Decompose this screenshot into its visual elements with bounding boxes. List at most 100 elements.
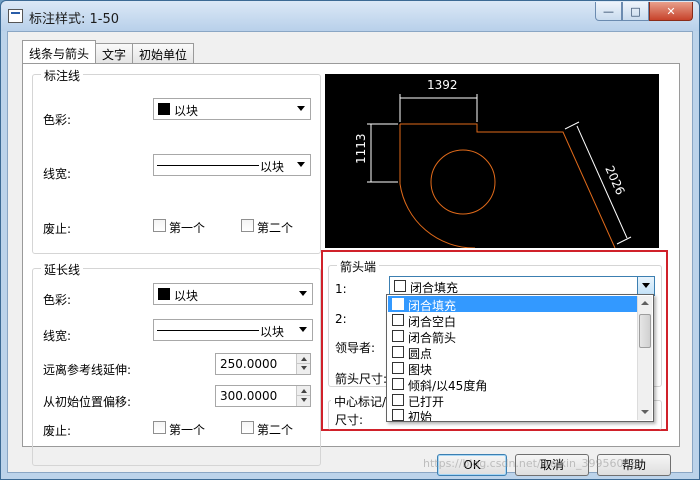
option-label: 初始 [408,410,433,421]
dimension-suppress-label: 废止: [43,222,72,236]
extension-suppress-second-label: 第二个 [257,423,294,437]
spin-up-button[interactable] [297,386,310,396]
leader-arrow-label: 领导者: [335,341,376,355]
list-item[interactable]: 圆点 [388,344,637,361]
shape-arc [399,124,476,249]
app-icon [8,9,23,23]
oblique-icon [392,378,404,390]
offset-origin-spinner[interactable]: 300.0000 [215,385,311,407]
block-icon [392,362,404,374]
extend-beyond-spinner[interactable]: 250.0000 [215,353,311,375]
dim-top-text: 1392 [427,78,458,92]
maximize-icon: □ [630,4,641,18]
list-item[interactable]: 图块 [388,360,637,377]
spin-down-button[interactable] [297,396,310,406]
dimension-color-combo[interactable]: 以块 [153,98,311,120]
dropdown-scrollbar[interactable] [637,296,652,420]
tab-strip: 线条与箭头 文字 初始单位 [22,40,195,63]
extension-lineweight-label: 线宽: [43,329,72,343]
spin-down-button[interactable] [297,364,310,374]
extension-suppress-first-label: 第一个 [169,423,206,437]
preview-canvas: 1392 1113 2026 [325,74,659,249]
extension-suppress-second-checkbox[interactable] [241,421,254,434]
dimension-suppress-second-checkbox[interactable] [241,219,254,232]
list-item[interactable]: 倾斜/以45度角 [388,376,637,393]
origin-icon [392,409,404,421]
closed-arrow-icon [392,330,404,342]
extension-lineweight-value: 以块 [260,325,285,339]
dot-icon [392,346,404,358]
extension-suppress-first-checkbox[interactable] [153,421,166,434]
color-swatch [158,288,170,300]
list-item[interactable]: 闭合空白 [388,312,637,329]
extension-color-label: 色彩: [43,293,72,307]
extension-lineweight-combo[interactable]: 以块 [153,319,313,341]
extension-color-value: 以块 [174,289,199,303]
shape-circle [430,149,496,215]
chevron-down-icon [642,283,650,288]
offset-origin-value: 300.0000 [220,389,278,403]
combo-dropdown-button[interactable] [637,277,654,295]
watermark-text: https://blog.csdn.net/weixin_39956066 [423,457,638,470]
scrollbar-thumb[interactable] [639,314,651,348]
tab-lines-arrows[interactable]: 线条与箭头 [22,40,97,63]
dimension-style-dialog: 标注样式: 1-50 — □ ✕ 线条与箭头 文字 初始单位 标注线 色彩: 以… [0,0,700,480]
color-swatch [158,103,170,115]
closed-filled-arrow-icon [392,298,404,310]
dim-left-text: 1113 [354,133,368,164]
arrow-size-label: 箭头尺寸: [335,372,388,386]
offset-origin-label: 从初始位置偏移: [43,395,132,409]
chevron-down-icon [297,162,305,167]
title-bar: 标注样式: 1-50 — □ ✕ [1,1,699,31]
extension-line-legend: 延长线 [41,261,84,278]
line-sample [157,330,259,331]
dimension-lineweight-label: 线宽: [43,167,72,181]
list-item[interactable]: 已打开 [388,392,637,409]
extend-beyond-value: 250.0000 [220,357,278,371]
list-item[interactable]: 闭合箭头 [388,328,637,345]
minimize-icon: — [603,4,614,18]
chevron-down-icon [299,291,307,296]
first-arrow-combo[interactable]: 闭合填充 [389,276,655,296]
extension-color-combo[interactable]: 以块 [153,283,313,305]
tab-primary-units[interactable]: 初始单位 [132,43,195,63]
extension-suppress-label: 废止: [43,424,72,438]
dimension-suppress-first-checkbox[interactable] [153,219,166,232]
close-icon: ✕ [666,4,676,18]
dimension-lineweight-value: 以块 [260,160,285,174]
dimension-color-value: 以块 [174,104,199,118]
list-item[interactable]: 闭合填充 [388,296,637,313]
extend-beyond-label: 远离参考线延伸: [43,363,132,377]
closed-filled-arrow-icon [394,280,406,292]
preview-drawing: 1392 1113 2026 [354,78,632,249]
first-arrow-label: 1: [335,282,347,296]
line-sample [157,165,259,166]
window-title: 标注样式: 1-50 [29,12,120,27]
maximize-button[interactable]: □ [622,2,649,21]
preview-shape [399,123,616,249]
second-arrow-label: 2: [335,312,347,326]
tab-text[interactable]: 文字 [95,43,134,63]
dimension-lines [367,94,632,245]
dimension-color-label: 色彩: [43,113,72,127]
open-arrow-icon [392,394,404,406]
dimension-suppress-second-label: 第二个 [257,221,294,235]
arrowheads-legend: 箭头端 [337,258,380,275]
extension-line-group: 延长线 色彩: 以块 线宽: 以块 远离参考线延伸: 250.0000 从初始位… [32,261,321,466]
dimension-line-group: 标注线 色彩: 以块 线宽: 以块 废止: 第一个 第二个 [32,67,321,254]
list-item[interactable]: 初始 [388,407,637,421]
spin-up-button[interactable] [297,354,310,364]
dimension-line-legend: 标注线 [41,67,84,84]
scroll-down-arrow-icon[interactable] [638,405,652,420]
dimension-lineweight-combo[interactable]: 以块 [153,154,311,176]
chevron-down-icon [299,327,307,332]
shape-outline [400,123,616,249]
arrow-type-dropdown-list[interactable]: 闭合填充 闭合空白 闭合箭头 圆点 图块 倾斜/以45度角 已打开 初始 [386,294,654,422]
close-button[interactable]: ✕ [649,2,693,21]
center-mark-size-label: 尺寸: [335,413,364,427]
chevron-down-icon [297,106,305,111]
dimension-suppress-first-label: 第一个 [169,221,206,235]
scroll-up-arrow-icon[interactable] [638,296,652,311]
minimize-button[interactable]: — [595,2,622,21]
closed-blank-arrow-icon [392,314,404,326]
